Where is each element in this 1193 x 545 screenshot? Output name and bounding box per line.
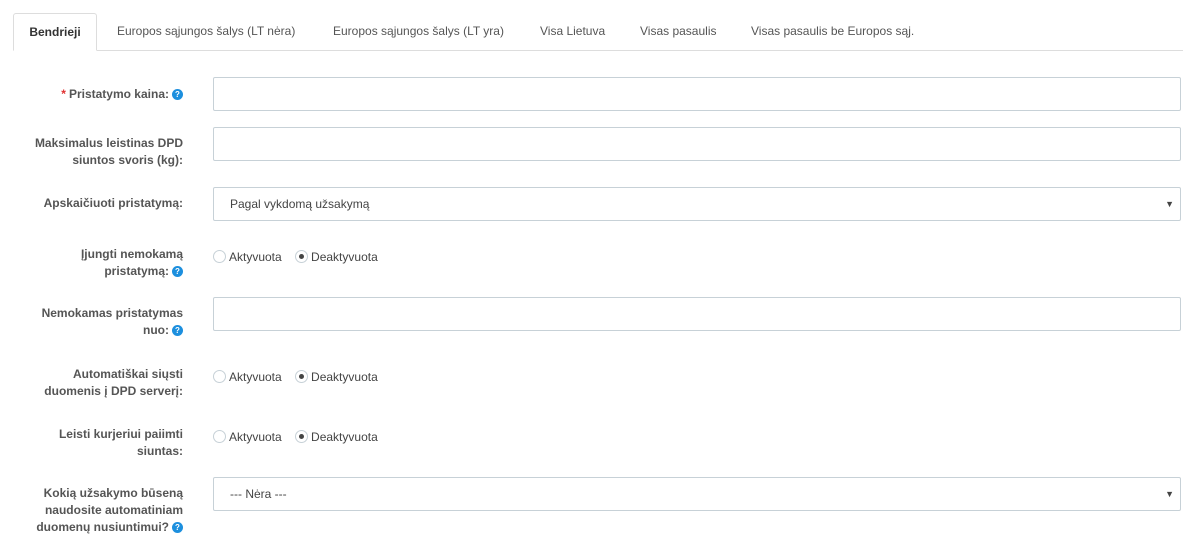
calculate-selected-value: Pagal vykdomą užsakymą	[230, 197, 370, 211]
radio-button-checked[interactable]	[295, 430, 309, 443]
courier-pickup-label: Leisti kurjeriui paiimti siuntas:	[58, 427, 183, 458]
delivery-price-input[interactable]	[213, 77, 1181, 111]
free-delivery-on-option[interactable]: Aktyvuota	[213, 249, 282, 265]
auto-send-on-option[interactable]: Aktyvuota	[213, 369, 282, 385]
help-circle-icon[interactable]: ?	[172, 89, 183, 100]
radio-button-checked[interactable]	[295, 370, 309, 383]
free-from-label: Nemokamas pristatymas nuo:?	[41, 306, 183, 337]
auto-send-radio-group: Aktyvuota Deaktyvuota	[213, 369, 388, 385]
courier-pickup-radio-group: Aktyvuota Deaktyvuota	[213, 429, 388, 445]
radio-button[interactable]	[213, 250, 226, 263]
radio-button[interactable]	[213, 370, 226, 383]
courier-pickup-off-option[interactable]: Deaktyvuota	[295, 429, 378, 445]
calculate-select[interactable]: Pagal vykdomą užsakymą ▼	[213, 187, 1181, 221]
max-weight-input[interactable]	[213, 127, 1181, 161]
free-delivery-radio-group: Aktyvuota Deaktyvuota	[213, 249, 388, 265]
delivery-price-label: * Pristatymo kaina:?	[61, 86, 183, 103]
tab-eu-with-lt[interactable]: Europos sąjungos šalys (LT yra)	[333, 13, 504, 50]
help-circle-icon[interactable]: ?	[172, 522, 183, 533]
tab-world-without-eu[interactable]: Visas pasaulis be Europos sąj.	[751, 13, 914, 50]
tab-bar: Bendrieji Europos sąjungos šalys (LT nėr…	[13, 13, 1183, 51]
auto-send-label: Automatiškai siųsti duomenis į DPD serve…	[44, 367, 183, 398]
max-weight-label: Maksimalus leistinas DPD siuntos svoris …	[34, 136, 183, 167]
help-circle-icon[interactable]: ?	[172, 325, 183, 336]
free-from-input[interactable]	[213, 297, 1181, 331]
tab-world[interactable]: Visas pasaulis	[640, 13, 717, 50]
courier-pickup-on-option[interactable]: Aktyvuota	[213, 429, 282, 445]
free-delivery-label: Įjungti nemokamą pristatymą:?	[80, 247, 183, 278]
tab-bendrieji[interactable]: Bendrieji	[13, 13, 97, 51]
radio-button-checked[interactable]	[295, 250, 309, 263]
calculate-label: Apskaičiuoti pristatymą:	[43, 196, 183, 210]
radio-button[interactable]	[213, 430, 226, 443]
required-mark: *	[61, 87, 66, 101]
caret-down-icon: ▼	[1165, 199, 1174, 209]
order-status-select[interactable]: --- Nėra --- ▼	[213, 477, 1181, 511]
order-status-selected-value: --- Nėra ---	[230, 487, 287, 501]
order-status-label: Kokią užsakymo būseną naudosite automati…	[36, 486, 183, 534]
caret-down-icon: ▼	[1165, 489, 1174, 499]
free-delivery-off-option[interactable]: Deaktyvuota	[295, 249, 378, 265]
help-circle-icon[interactable]: ?	[172, 266, 183, 277]
auto-send-off-option[interactable]: Deaktyvuota	[295, 369, 378, 385]
tab-lithuania[interactable]: Visa Lietuva	[540, 13, 605, 50]
tab-eu-without-lt[interactable]: Europos sąjungos šalys (LT nėra)	[117, 13, 295, 50]
